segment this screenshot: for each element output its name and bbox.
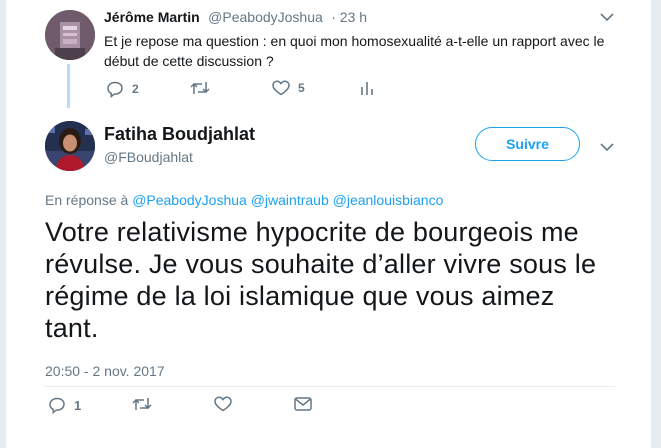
like-button[interactable] (214, 396, 232, 412)
retweet-icon (132, 396, 152, 412)
like-button[interactable]: 5 (272, 80, 305, 96)
retweet-button[interactable] (190, 80, 210, 96)
direct-message-icon (294, 396, 312, 412)
avatar-jerome-martin[interactable] (45, 10, 95, 60)
reply-prefix: En réponse à (45, 192, 129, 208)
analytics-button[interactable] (360, 80, 374, 96)
top-tweet-time[interactable]: · 23 h (331, 9, 367, 25)
main-tweet-author-handle[interactable]: @FBoudjahlat (104, 149, 193, 165)
mention-link[interactable]: @PeabodyJoshua (132, 192, 247, 208)
top-tweet-author-name[interactable]: Jérôme Martin (104, 9, 200, 25)
reply-button[interactable]: 2 (106, 80, 139, 98)
top-tweet-text: Et je repose ma question : en quoi mon h… (104, 33, 605, 69)
mention-link[interactable]: @jeanlouisbianco (333, 192, 444, 208)
mention-link[interactable]: @jwaintraub (251, 192, 329, 208)
like-count: 5 (298, 81, 305, 95)
main-tweet-text: Votre relativisme hypocrite de bourgeois… (45, 217, 597, 343)
chevron-down-icon[interactable] (600, 9, 614, 25)
reply-count: 1 (74, 397, 82, 413)
tweet-card: Jérôme Martin @PeabodyJoshua · 23 h Et j… (6, 0, 651, 448)
top-tweet-header: Jérôme Martin @PeabodyJoshua · 23 h (104, 9, 367, 27)
chevron-down-icon[interactable] (600, 139, 614, 155)
main-tweet-timestamp[interactable]: 20:50 - 2 nov. 2017 (45, 363, 165, 379)
main-tweet-author-name[interactable]: Fatiha Boudjahlat (104, 124, 255, 145)
like-icon (272, 80, 290, 96)
direct-message-button[interactable] (294, 396, 312, 412)
thread-connector (67, 64, 70, 108)
retweet-button[interactable] (132, 396, 152, 412)
divider (45, 386, 615, 387)
reply-button[interactable]: 1 (48, 396, 81, 414)
reply-context: En réponse à @PeabodyJoshua @jwaintraub … (45, 192, 443, 208)
reply-icon (48, 396, 66, 414)
reply-icon (106, 80, 124, 98)
analytics-icon (360, 80, 374, 96)
like-icon (214, 396, 232, 412)
reply-count: 2 (132, 82, 139, 96)
retweet-icon (190, 80, 210, 96)
top-tweet-author-handle[interactable]: @PeabodyJoshua (208, 9, 323, 25)
avatar-fatiha-boudjahlat[interactable] (45, 121, 95, 171)
follow-button[interactable]: Suivre (475, 127, 580, 161)
